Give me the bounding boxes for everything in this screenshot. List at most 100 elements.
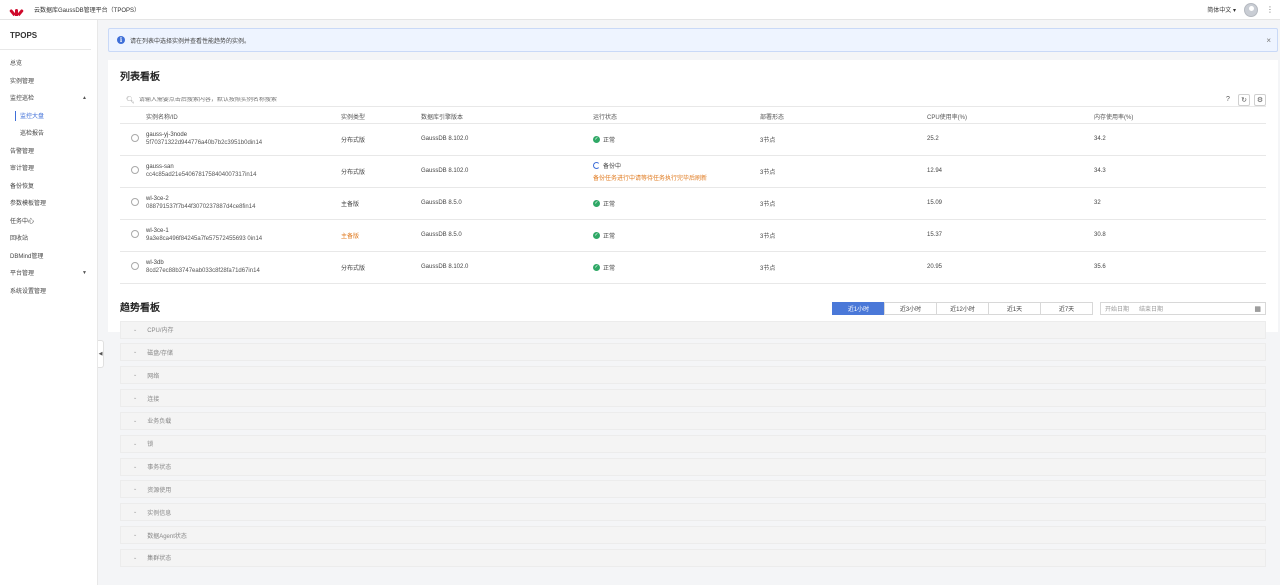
cpu-usage: 12.94	[927, 155, 1094, 188]
instance-name[interactable]: gauss-san	[146, 164, 174, 170]
sidebar-item-param-templates[interactable]: 参数模板管理	[0, 194, 97, 212]
instance-name[interactable]: wl-3ce-1	[146, 228, 169, 234]
sidebar-item-label: 告警管理	[10, 148, 35, 155]
more-icon[interactable]: ⋮	[1266, 5, 1274, 14]
notice-text: 请在列表中选择实例并查看性能趋势的实例。	[130, 38, 251, 45]
row-radio[interactable]	[131, 198, 139, 206]
deploy-mode: 3节点	[760, 187, 927, 220]
instance-name[interactable]: wl-3ce-2	[146, 196, 169, 202]
close-icon[interactable]: ×	[1266, 36, 1271, 45]
accordion-item[interactable]: ⌄ CPU/内存	[120, 320, 1266, 339]
sidebar-item-dbmind[interactable]: DBMind管理	[0, 247, 97, 265]
table-row[interactable]: wl-3db 8cd27ec88b3747eab033c8f28fa71d67in…	[120, 251, 1266, 284]
chevron-down-icon: ⌄	[133, 440, 138, 447]
range-button-12h[interactable]: 近12小时	[936, 302, 989, 315]
accordion-item[interactable]: ⌄ 事务状态	[120, 457, 1266, 476]
sidebar-item-inspection[interactable]: 巡检报告	[0, 124, 97, 142]
table-row[interactable]: wl-3ce-2 088791537f7b44f3070237887d4ce8fi…	[120, 187, 1266, 220]
avatar[interactable]	[1244, 2, 1258, 17]
accordion-item[interactable]: ⌄ 网络	[120, 366, 1266, 385]
engine-version: GaussDB 8.5.0	[421, 187, 593, 220]
status-note: 备份任务进行中请等待任务执行完毕后刷新	[593, 175, 708, 182]
status-text: 正常	[603, 137, 616, 144]
trend-panel-title: 趋势看板	[120, 302, 160, 314]
table-row[interactable]: gauss-san cc4c85ad21e5406781758404007317i…	[120, 155, 1266, 188]
info-icon: i	[117, 36, 125, 44]
language-selector[interactable]: 简体中文 ▾	[1207, 5, 1236, 14]
accordion-label: CPU/内存	[147, 328, 174, 334]
column-header: CPU使用率(%)	[927, 110, 1094, 124]
sidebar-item-label: 系统设置管理	[10, 288, 47, 295]
table-row[interactable]: gauss-yj-3node 5f70371322d944776a40b7b2c3…	[120, 123, 1266, 156]
table-row[interactable]: wl-3ce-1 9a3e8ca496f84245a7fe57572455693 …	[120, 219, 1266, 252]
loading-icon	[593, 161, 600, 169]
accordion-item[interactable]: ⌄ 实例信息	[120, 503, 1266, 522]
instance-id: 5f70371322d944776a40b7b2c3951b0din14	[146, 140, 263, 146]
status-badge: 备份中	[593, 161, 621, 170]
row-radio[interactable]	[131, 262, 139, 270]
cpu-usage: 20.95	[927, 251, 1094, 284]
accordion-item[interactable]: ⌄ 资源使用	[120, 480, 1266, 499]
accordion-item[interactable]: ⌄ 业务负载	[120, 411, 1266, 430]
sidebar-item-instances[interactable]: 实例管理	[0, 72, 97, 90]
accordion-item[interactable]: ⌄ 连接	[120, 389, 1266, 408]
range-button-7d[interactable]: 近7天	[1040, 302, 1093, 315]
engine-version: GaussDB 8.102.0	[421, 123, 593, 156]
instance-name[interactable]: wl-3db	[146, 260, 164, 266]
instance-type: 分布式版	[341, 251, 421, 284]
sidebar-item-platform[interactable]: 平台管理 ▼	[0, 264, 97, 282]
sidebar-collapse-toggle[interactable]: ◀	[98, 340, 104, 368]
sidebar-item-backup[interactable]: 备份恢复	[0, 177, 97, 195]
instance-name[interactable]: gauss-yj-3node	[146, 132, 187, 138]
sidebar-item-monitoring[interactable]: 监控巡检 ▲	[0, 89, 97, 107]
instance-table: 实例名称/ID 实例类型 数据库引擎版本 运行状态 部署形态 CPU使用率(%)…	[120, 110, 1266, 284]
chevron-down-icon: ▼	[82, 269, 87, 276]
accordion-label: 业务负载	[147, 419, 172, 426]
row-radio[interactable]	[131, 230, 139, 238]
mem-usage: 34.3	[1094, 155, 1266, 188]
chevron-down-icon: ⌄	[133, 554, 138, 561]
chevron-down-icon: ⌄	[133, 486, 138, 493]
accordion-item[interactable]: ⌄ 锁	[120, 434, 1266, 453]
row-radio[interactable]	[131, 166, 139, 174]
range-button-3h[interactable]: 近3小时	[884, 302, 937, 315]
range-button-1h[interactable]: 近1小时	[832, 302, 885, 315]
settings-icon[interactable]: ⚙	[1254, 93, 1266, 106]
help-icon[interactable]: ?	[1222, 93, 1234, 106]
sidebar-item-alarms[interactable]: 告警管理	[0, 142, 97, 160]
status-text: 正常	[603, 233, 616, 240]
sidebar-item-recycle-bin[interactable]: 回收站	[0, 229, 97, 247]
sidebar-item-label: DBMind管理	[10, 253, 44, 260]
search-icon: 🔍︎	[126, 96, 135, 104]
chevron-down-icon: ⌄	[133, 326, 138, 333]
table-header: 实例名称/ID 实例类型 数据库引擎版本 运行状态 部署形态 CPU使用率(%)…	[120, 110, 1266, 124]
sidebar-item-settings[interactable]: 系统设置管理	[0, 282, 97, 300]
accordion-label: 事务状态	[147, 465, 172, 472]
range-button-1d[interactable]: 近1天	[988, 302, 1041, 315]
mem-usage: 30.8	[1094, 219, 1266, 252]
top-bar: 云数据库GaussDB管理平台（TPOPS） 简体中文 ▾ ⋮	[0, 0, 1280, 20]
chevron-down-icon: ⌄	[133, 509, 138, 516]
trend-sections: ⌄ CPU/内存 ⌄ 磁盘/存储 ⌄ 网络 ⌄ 连接 ⌄ 业务负载 ⌄ 锁 ⌄ 事务状态 ⌄ 资…	[120, 320, 1266, 567]
sidebar-item-dashboard[interactable]: 监控大盘	[0, 107, 97, 125]
accordion-item[interactable]: ⌄ 集群状态	[120, 548, 1266, 567]
app-title: 云数据库GaussDB管理平台（TPOPS）	[34, 8, 141, 14]
row-radio[interactable]	[131, 134, 139, 142]
status-text: 备份中	[603, 163, 622, 170]
sidebar-item-overview[interactable]: 总览	[0, 54, 97, 72]
sidebar-item-tasks[interactable]: 任务中心	[0, 212, 97, 230]
sidebar-brand: TPOPS	[0, 20, 91, 50]
date-end-placeholder: 结束日期	[1139, 307, 1164, 313]
status-badge: ✓ 正常	[593, 199, 615, 208]
column-header: 数据库引擎版本	[421, 110, 593, 124]
search-input[interactable]	[138, 96, 739, 103]
sidebar-item-audit[interactable]: 审计管理	[0, 159, 97, 177]
main-content: i 请在列表中选择实例并查看性能趋势的实例。 × 列表看板 🔍︎ ? ↻ ⚙ 实…	[108, 28, 1278, 567]
date-range-picker[interactable]: 开始日期 结束日期 ▦	[1100, 302, 1266, 315]
chevron-left-icon: ◀	[98, 351, 103, 357]
accordion-item[interactable]: ⌄ 磁盘/存储	[120, 343, 1266, 362]
date-start-placeholder: 开始日期	[1105, 307, 1130, 313]
accordion-item[interactable]: ⌄ 数据Agent状态	[120, 526, 1266, 545]
chevron-down-icon: ⌄	[133, 463, 138, 470]
refresh-icon[interactable]: ↻	[1238, 93, 1250, 106]
